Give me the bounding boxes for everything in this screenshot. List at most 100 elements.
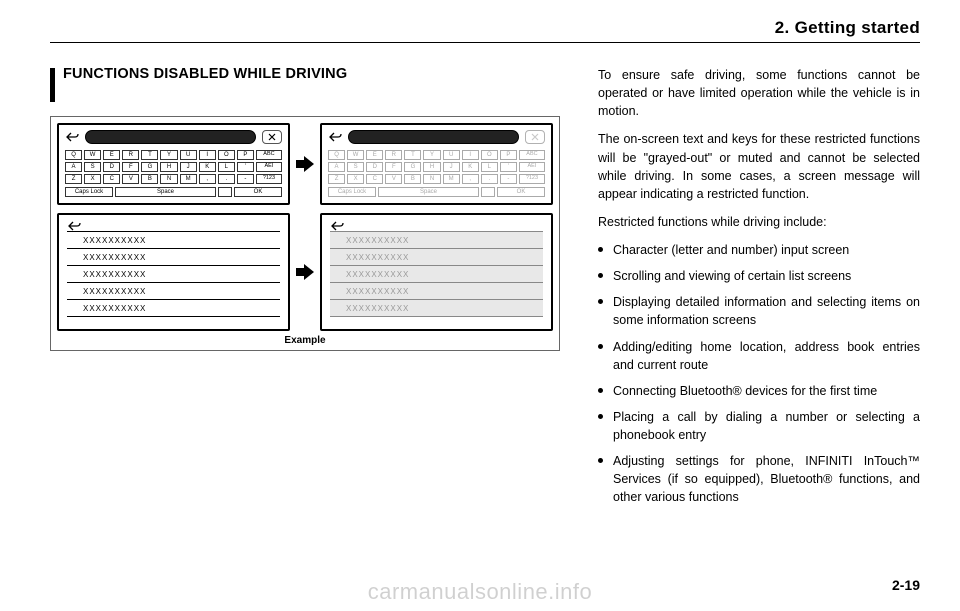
key-z: Z: [328, 174, 345, 184]
key-q: Q: [328, 150, 345, 160]
blank-key: [481, 187, 495, 197]
space-key: Space: [115, 187, 216, 197]
list-item: XXXXXXXXXX: [330, 248, 543, 265]
list-item: XXXXXXXXXX: [67, 299, 280, 317]
bullet-text: Connecting Bluetooth® devices for the fi…: [613, 382, 877, 400]
list-screen-disabled: XXXXXXXXXXXXXXXXXXXXXXXXXXXXXXXXXXXXXXXX…: [320, 213, 553, 331]
key--: -: [500, 174, 517, 184]
key-’: ’: [237, 162, 254, 172]
key-b: B: [404, 174, 421, 184]
divider: [50, 42, 920, 43]
key-m: M: [443, 174, 460, 184]
mode-key: ABC: [519, 150, 545, 160]
key-e: E: [103, 150, 120, 160]
space-key: Space: [378, 187, 479, 197]
mode-key: ?123: [256, 174, 282, 184]
bullet-dot-icon: [598, 458, 603, 463]
qwerty-keyboard-dim: QWERTYUIOPABC ASDFGHJKL’ÄÈÎ ZXCVBNM,.-?1…: [328, 150, 545, 197]
paragraph: The on-screen text and keys for these re…: [598, 130, 920, 203]
key-v: V: [122, 174, 139, 184]
caps-key: Caps Lock: [65, 187, 113, 197]
mode-key: ?123: [519, 174, 545, 184]
bullet-dot-icon: [598, 414, 603, 419]
key-u: U: [443, 150, 460, 160]
key-s: S: [347, 162, 364, 172]
caps-key: Caps Lock: [328, 187, 376, 197]
ok-key: OK: [234, 187, 282, 197]
bullet-text: Adjusting settings for phone, INFINITI I…: [613, 452, 920, 506]
key-f: F: [122, 162, 139, 172]
bullet-item: Scrolling and viewing of certain list sc…: [598, 267, 920, 285]
key-,: ,: [199, 174, 216, 184]
key-n: N: [160, 174, 177, 184]
key-r: R: [385, 150, 402, 160]
bullet-dot-icon: [598, 388, 603, 393]
bullet-dot-icon: [598, 299, 603, 304]
key-h: H: [160, 162, 177, 172]
key-.: .: [481, 174, 498, 184]
key-d: D: [103, 162, 120, 172]
keyboard-screen-disabled: QWERTYUIOPABC ASDFGHJKL’ÄÈÎ ZXCVBNM,.-?1…: [320, 123, 553, 205]
key-g: G: [141, 162, 158, 172]
watermark: carmanualsonline.info: [368, 579, 593, 605]
bullet-item: Connecting Bluetooth® devices for the fi…: [598, 382, 920, 400]
list-item: XXXXXXXXXX: [330, 299, 543, 317]
qwerty-keyboard: QWERTYUIOPABC ASDFGHJKL’ÄÈÎ ZXCVBNM,.-?1…: [65, 150, 282, 197]
paragraph: Restricted functions while driving inclu…: [598, 213, 920, 231]
bullet-text: Scrolling and viewing of certain list sc…: [613, 267, 851, 285]
list-item: XXXXXXXXXX: [330, 231, 543, 248]
key-m: M: [180, 174, 197, 184]
key--: -: [237, 174, 254, 184]
key-b: B: [141, 174, 158, 184]
back-icon: [328, 132, 342, 142]
bullet-dot-icon: [598, 273, 603, 278]
list-item: XXXXXXXXXX: [67, 248, 280, 265]
list-item: XXXXXXXXXX: [67, 231, 280, 248]
bullet-item: Displaying detailed information and se­l…: [598, 293, 920, 329]
key-d: D: [366, 162, 383, 172]
blank-key: [218, 187, 232, 197]
key-n: N: [423, 174, 440, 184]
figure-caption: Example: [57, 335, 553, 346]
key-f: F: [385, 162, 402, 172]
section-heading: FUNCTIONS DISABLED WHILE DRIVING: [50, 66, 560, 102]
heading-bar-icon: [50, 68, 55, 102]
bullet-text: Displaying detailed information and se­l…: [613, 293, 920, 329]
key-z: Z: [65, 174, 82, 184]
key-c: C: [103, 174, 120, 184]
back-icon: [67, 221, 280, 231]
key-s: S: [84, 162, 101, 172]
bullet-text: Adding/editing home location, address bo…: [613, 338, 920, 374]
mode-key: ABC: [256, 150, 282, 160]
key-l: L: [481, 162, 498, 172]
page-number: 2-19: [892, 577, 920, 593]
text-input-bar: [85, 130, 256, 144]
mode-key: ÄÈÎ: [519, 162, 545, 172]
key-c: C: [366, 174, 383, 184]
bullet-item: Adjusting settings for phone, INFINITI I…: [598, 452, 920, 506]
key-g: G: [404, 162, 421, 172]
key-p: P: [500, 150, 517, 160]
clear-icon: [525, 130, 545, 144]
list-item: XXXXXXXXXX: [330, 265, 543, 282]
ok-key: OK: [497, 187, 545, 197]
bullet-text: Character (letter and number) input scre…: [613, 241, 849, 259]
key-v: V: [385, 174, 402, 184]
back-icon: [330, 221, 543, 231]
chapter-title: 2. Getting started: [775, 18, 920, 38]
key-w: W: [84, 150, 101, 160]
key-k: K: [462, 162, 479, 172]
body-text-column: To ensure safe driving, some functions c…: [598, 66, 920, 515]
example-figure: QWERTYUIOPABC ASDFGHJKL’ÄÈÎ ZXCVBNM,.-?1…: [50, 116, 560, 351]
key-u: U: [180, 150, 197, 160]
bullet-dot-icon: [598, 247, 603, 252]
bullet-dot-icon: [598, 344, 603, 349]
key-l: L: [218, 162, 235, 172]
key-t: T: [141, 150, 158, 160]
bullet-item: Character (letter and number) input scre…: [598, 241, 920, 259]
key-o: O: [481, 150, 498, 160]
key-q: Q: [65, 150, 82, 160]
key-a: A: [328, 162, 345, 172]
key-i: I: [199, 150, 216, 160]
key-k: K: [199, 162, 216, 172]
